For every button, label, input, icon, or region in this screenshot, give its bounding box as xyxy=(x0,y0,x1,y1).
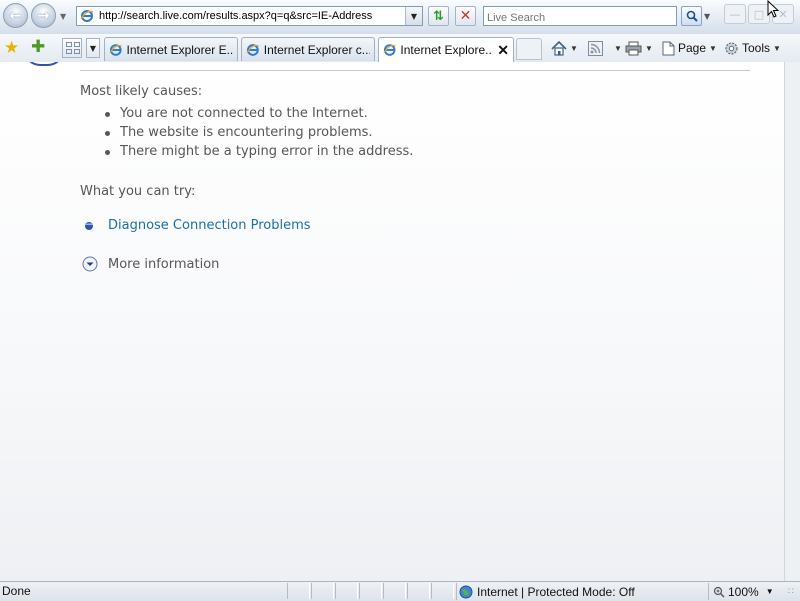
add-to-favorites-icon[interactable]: ✚ xyxy=(31,37,45,57)
feeds-button[interactable]: ▼ xyxy=(588,38,622,58)
tab-label: Internet Explore... xyxy=(400,43,492,57)
ie-page-icon xyxy=(383,44,396,56)
favorites-center-icon[interactable]: ★ xyxy=(4,38,19,58)
list-item: There might be a typing error in the add… xyxy=(104,144,414,159)
globe-icon xyxy=(459,585,473,598)
stop-icon: ✕ xyxy=(459,8,472,24)
zoom-icon xyxy=(713,586,725,598)
diagnose-connection-link[interactable]: Diagnose Connection Problems xyxy=(108,218,311,233)
status-pane xyxy=(383,583,406,599)
refresh-icon: ⇅ xyxy=(433,8,444,24)
status-pane xyxy=(287,583,310,599)
address-url[interactable]: http://search.live.com/results.aspx?q=q&… xyxy=(99,10,405,22)
tools-menu-label: Tools xyxy=(742,41,771,55)
page-menu-label: Page xyxy=(678,41,707,55)
forward-button[interactable]: → xyxy=(31,3,56,28)
tab-list-dropdown[interactable]: ▼ xyxy=(86,38,100,58)
print-icon xyxy=(625,41,642,55)
page-content: Most likely causes: You are not connecte… xyxy=(0,62,784,581)
page-menu-button[interactable]: Page ▼ xyxy=(662,38,717,58)
gear-icon xyxy=(725,41,738,55)
diagnose-row: Diagnose Connection Problems xyxy=(82,218,311,233)
page-icon xyxy=(662,41,675,55)
ie-page-icon xyxy=(246,43,260,56)
tab-1[interactable]: Internet Explorer E... xyxy=(104,37,238,61)
diagnose-bullet-icon xyxy=(82,219,96,233)
search-options-dropdown[interactable]: ▼ xyxy=(704,12,710,21)
forward-arrow-icon: → xyxy=(37,7,50,24)
status-text: Done xyxy=(2,584,31,598)
tab-bar: ★ ✚ ▼ Internet Explorer E... Internet Ex… xyxy=(0,34,800,63)
list-item: The website is encountering problems. xyxy=(104,123,413,142)
zoom-control[interactable]: 100% ▼ xyxy=(708,583,788,600)
print-button[interactable]: ▼ xyxy=(625,38,653,58)
zoom-level: 100% xyxy=(728,584,759,599)
more-information-label[interactable]: More information xyxy=(108,257,219,272)
status-pane xyxy=(359,583,382,599)
minimize-button[interactable]: — xyxy=(724,4,746,24)
status-bar: Done Internet | Protected Mode: Off 100%… xyxy=(0,581,800,601)
status-pane xyxy=(431,583,454,599)
close-tab-icon[interactable]: ✕ xyxy=(497,42,509,59)
back-arrow-icon: ← xyxy=(9,7,22,24)
tools-menu-button[interactable]: Tools ▼ xyxy=(724,38,781,58)
navigation-bar: ← → ▼ http://search.live.com/results.asp… xyxy=(0,0,800,35)
minimize-icon: — xyxy=(729,7,741,21)
ie-page-icon xyxy=(80,10,94,22)
home-button[interactable]: ▼ xyxy=(551,38,578,58)
try-heading: What you can try: xyxy=(80,184,196,199)
address-dropdown-button[interactable]: ▼ xyxy=(405,7,422,25)
search-button[interactable] xyxy=(681,6,702,26)
list-item: You are not connected to the Internet. xyxy=(104,104,413,123)
error-logo xyxy=(24,62,64,66)
status-pane xyxy=(407,583,430,599)
divider xyxy=(80,70,750,71)
vertical-scrollbar[interactable] xyxy=(784,62,800,581)
search-icon xyxy=(686,10,698,22)
security-zone[interactable]: Internet | Protected Mode: Off xyxy=(456,583,706,600)
security-zone-label: Internet | Protected Mode: Off xyxy=(477,584,635,599)
rss-feed-icon xyxy=(588,40,603,56)
causes-list: You are not connected to the Internet. T… xyxy=(104,104,414,161)
resize-grip-icon[interactable]: ∷ xyxy=(788,586,798,598)
tab-label: Internet Explorer E... xyxy=(126,42,233,57)
search-input[interactable] xyxy=(483,6,677,26)
ie-page-icon xyxy=(109,43,122,56)
expand-chevron-icon[interactable] xyxy=(82,256,98,272)
causes-heading: Most likely causes: xyxy=(80,84,203,99)
more-information-toggle[interactable]: More information xyxy=(82,256,219,272)
tab-label: Internet Explorer c... xyxy=(263,42,370,57)
tab-2[interactable]: Internet Explorer c... xyxy=(241,37,375,61)
quick-tabs-button[interactable] xyxy=(62,38,82,58)
maximize-icon: □ xyxy=(753,7,765,21)
address-bar[interactable]: http://search.live.com/results.aspx?q=q&… xyxy=(76,6,423,26)
status-pane xyxy=(335,583,358,599)
refresh-button[interactable]: ⇅ xyxy=(428,6,449,26)
back-button[interactable]: ← xyxy=(3,3,28,28)
mouse-cursor-icon xyxy=(767,0,780,18)
stop-button[interactable]: ✕ xyxy=(455,6,476,26)
new-tab-button[interactable] xyxy=(516,38,542,60)
tab-3-active[interactable]: Internet Explore... ✕ xyxy=(378,37,514,62)
status-pane xyxy=(311,583,334,599)
recent-pages-dropdown[interactable]: ▼ xyxy=(60,12,66,21)
home-icon xyxy=(551,40,567,56)
